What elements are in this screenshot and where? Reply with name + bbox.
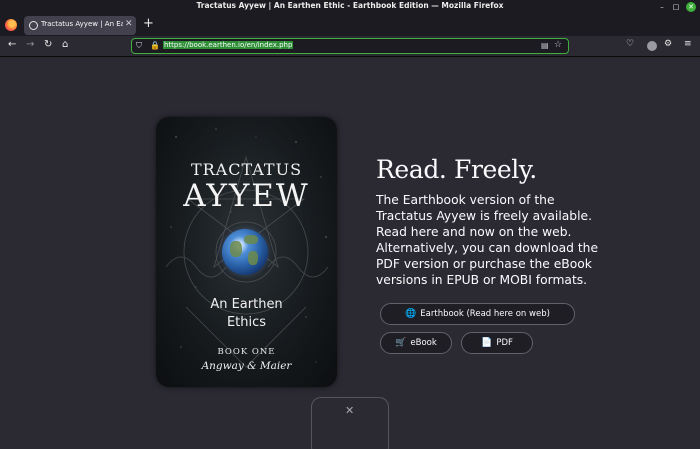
tab-close-icon[interactable]: ✕ <box>125 19 133 29</box>
window-title: Tractatus Ayyew | An Earthen Ethic - Ear… <box>196 1 504 10</box>
description-line: Alternatively, you can download the <box>376 240 599 255</box>
close-window-button[interactable]: ✕ <box>686 2 696 12</box>
read-earthbook-button[interactable]: 🌐 Earthbook (Read here on web) <box>380 303 575 325</box>
floating-panel: ✕ <box>311 397 389 449</box>
cover-book-label: BOOK ONE <box>217 347 276 357</box>
extensions-icon[interactable]: ⚙ <box>664 39 672 49</box>
reader-view-icon[interactable]: ▤ <box>541 41 549 50</box>
url-input[interactable]: https://book.earthen.io/en/index.php <box>163 41 294 49</box>
cart-icon: 🛒 <box>395 338 407 348</box>
panel-close-icon[interactable]: ✕ <box>345 404 354 417</box>
site-favicon-icon <box>29 21 38 30</box>
lock-icon[interactable]: 🔒 <box>150 41 160 50</box>
cover-title-line2: AYYEW <box>183 178 310 214</box>
back-arrow-icon[interactable]: ← <box>8 39 16 50</box>
navigation-toolbar: ← → ↻ ⌂ ⛉ 🔒 https://book.earthen.io/en/i… <box>0 36 700 57</box>
window-titlebar: Tractatus Ayyew | An Earthen Ethic - Ear… <box>0 0 700 14</box>
description-line: Tractatus Ayyew is freely available. <box>376 208 592 223</box>
tab-title: Tractatus Ayyew | An Earthe <box>41 20 123 28</box>
page-heading: Read. Freely. <box>376 155 537 184</box>
earth-globe-icon <box>222 229 268 275</box>
description-line: PDF version or purchase the eBook <box>376 256 592 271</box>
forward-arrow-icon[interactable]: → <box>26 39 34 50</box>
url-bar[interactable]: ⛉ 🔒 https://book.earthen.io/en/index.php… <box>131 38 569 54</box>
description-paragraph: The Earthbook version of the Tractatus A… <box>376 193 599 288</box>
new-tab-button[interactable]: + <box>143 16 154 31</box>
minimize-button[interactable]: – <box>657 2 667 12</box>
description-line: The Earthbook version of the <box>376 193 555 207</box>
ebook-label: eBook <box>410 338 437 348</box>
reload-icon[interactable]: ↻ <box>44 39 52 50</box>
description-line: Read here and now on the web. <box>376 224 572 239</box>
bookmark-star-icon[interactable]: ☆ <box>554 40 562 50</box>
hamburger-menu-icon[interactable]: ≡ <box>684 39 692 49</box>
globe-icon: 🌐 <box>405 309 417 319</box>
cover-subtitle-line1: An Earthen <box>210 297 283 312</box>
cover-authors: Angway & Maier <box>201 360 292 372</box>
read-earthbook-label: Earthbook (Read here on web) <box>420 309 550 319</box>
tab-strip: Tractatus Ayyew | An Earthe ✕ + <box>0 14 700 36</box>
document-icon: 📄 <box>481 338 493 348</box>
cover-subtitle-line2: Ethics <box>226 315 267 330</box>
description-line: versions in EPUB or MOBI formats. <box>376 272 588 287</box>
firefox-logo-icon[interactable] <box>5 19 17 31</box>
pocket-icon[interactable]: ♡ <box>626 39 634 49</box>
pdf-label: PDF <box>496 338 513 348</box>
ebook-button[interactable]: 🛒 eBook <box>380 332 452 354</box>
account-avatar-icon[interactable] <box>647 41 657 51</box>
maximize-button[interactable]: □ <box>671 2 681 12</box>
tab-active[interactable]: Tractatus Ayyew | An Earthe ✕ <box>24 16 136 35</box>
book-cover: TRACTATUS AYYEW An Earthen Ethics BOOK O… <box>156 117 337 387</box>
tracking-shield-icon[interactable]: ⛉ <box>136 41 142 51</box>
pdf-button[interactable]: 📄 PDF <box>461 332 533 354</box>
cover-title-line1: TRACTATUS <box>190 160 303 179</box>
home-icon[interactable]: ⌂ <box>62 39 68 50</box>
